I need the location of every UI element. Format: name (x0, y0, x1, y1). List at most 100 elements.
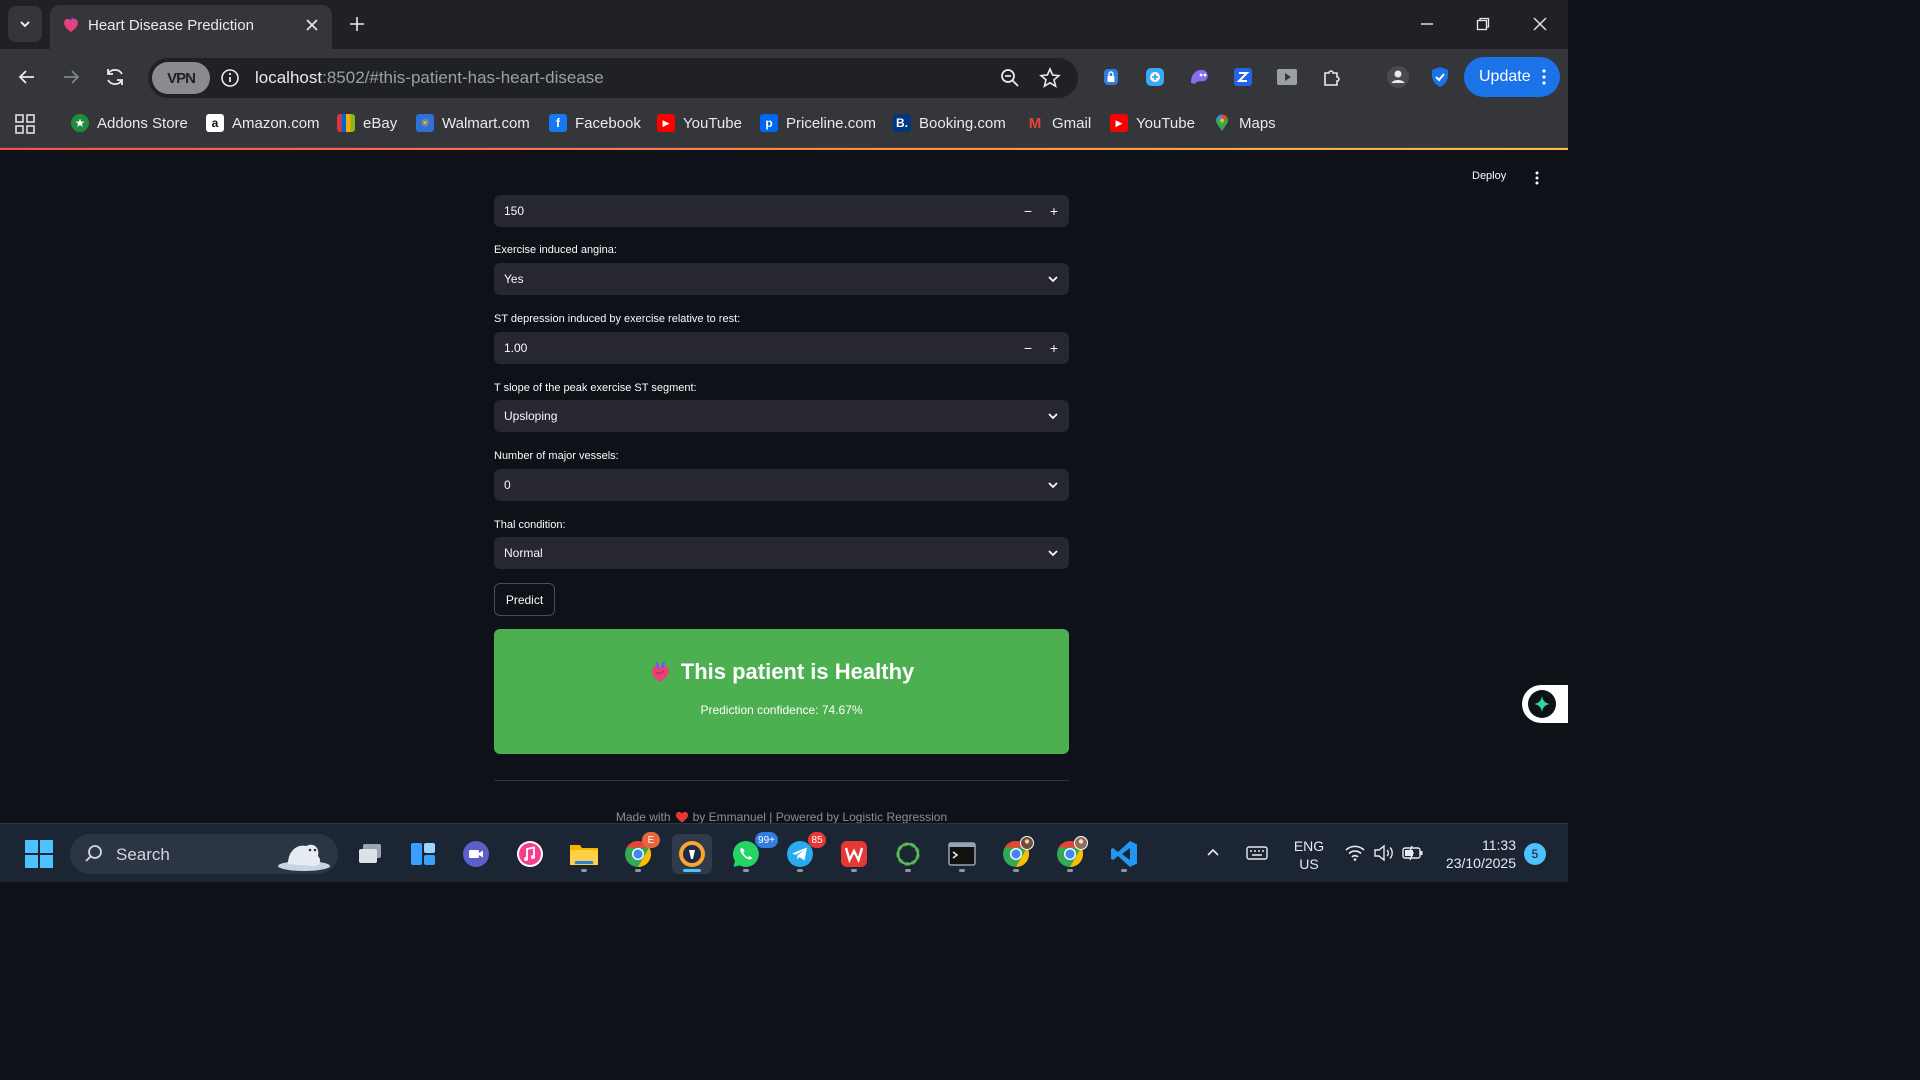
update-button[interactable]: Update (1464, 57, 1560, 97)
assistant-button[interactable] (1522, 685, 1568, 723)
battery-status[interactable] (1402, 842, 1424, 864)
arrow-right-icon (64, 70, 80, 84)
bookmark-youtube[interactable]: ▶ YouTube (657, 112, 742, 134)
chevron-down-icon (1048, 276, 1058, 283)
extension-plus[interactable] (1143, 65, 1167, 89)
bookmark-facebook[interactable]: f Facebook (549, 112, 641, 134)
vscode-app[interactable] (1104, 834, 1144, 874)
active-indicator (683, 869, 701, 872)
vpn-button[interactable]: VPN (152, 62, 210, 94)
increment-button[interactable]: + (1046, 203, 1062, 219)
shield-extension[interactable] (1428, 65, 1452, 89)
bookmark-label: Gmail (1052, 114, 1092, 132)
restore-button[interactable] (1471, 12, 1495, 36)
running-indicator (1121, 869, 1127, 872)
active-tab[interactable]: Heart Disease Prediction (50, 5, 332, 49)
tab-close-button[interactable] (302, 15, 322, 35)
minimize-button[interactable] (1415, 12, 1439, 36)
whatsapp-app[interactable]: 99+ (726, 832, 778, 874)
windows-start-icon[interactable] (24, 839, 54, 869)
chrome-profile-app-2[interactable] (1050, 834, 1090, 874)
extension-z[interactable] (1231, 65, 1255, 89)
increment-button[interactable]: + (1046, 340, 1062, 356)
loader-app[interactable] (888, 834, 928, 874)
bookmark-gmail[interactable]: M Gmail (1026, 112, 1091, 134)
zoom-meeting-app[interactable] (456, 834, 496, 874)
url-text[interactable]: localhost:8502/#this-patient-has-heart-d… (255, 68, 604, 88)
youtube-icon: ▶ (1110, 114, 1128, 132)
show-hidden-icons[interactable] (1202, 842, 1224, 864)
telegram-app[interactable]: 85 (780, 832, 826, 874)
bookmark-booking[interactable]: B. Booking.com (893, 112, 1006, 134)
bookmarks-bar: ★ Addons Store a Amazon.com eBay ✳ Walma… (0, 105, 1568, 148)
z-extension-icon (1234, 68, 1252, 86)
extensions-menu[interactable] (1320, 65, 1344, 89)
footer: Made with by Emmanuel | Powered by Logis… (494, 810, 1069, 823)
new-tab-icon[interactable] (346, 13, 368, 35)
bookmark-label: YouTube (1136, 114, 1195, 132)
language-indicator[interactable]: ENG US (1292, 837, 1326, 873)
wps-office-app[interactable] (834, 834, 874, 874)
task-view-app[interactable] (350, 834, 390, 874)
shield-check-icon (1432, 67, 1448, 87)
vpn-browser-app[interactable] (672, 834, 712, 874)
minimize-icon (1421, 23, 1433, 25)
chevron-down-icon (1048, 550, 1058, 557)
bookmark-label: Booking.com (919, 114, 1006, 132)
bookmark-maps[interactable]: Maps (1213, 112, 1276, 134)
thal-select[interactable]: Normal (494, 537, 1069, 569)
extension-ghost[interactable] (1187, 65, 1211, 89)
file-explorer-app[interactable] (564, 834, 604, 874)
back-button[interactable] (13, 63, 41, 91)
extension-video[interactable] (1275, 65, 1299, 89)
zoom-button[interactable] (998, 66, 1022, 90)
predict-button[interactable]: Predict (494, 583, 555, 616)
bookmark-amazon[interactable]: a Amazon.com (206, 112, 320, 134)
chevron-up-icon (1207, 848, 1219, 856)
address-bar[interactable]: VPN localhost:8502/#this-patient-has-hea… (148, 58, 1078, 98)
extension-lock[interactable] (1099, 65, 1123, 89)
st-depression-input[interactable]: 1.00 − + (494, 332, 1069, 364)
clock-time: 11:33 (1482, 837, 1516, 853)
bookmark-addons-store[interactable]: ★ Addons Store (71, 112, 188, 134)
zoom-icon (1001, 69, 1019, 87)
angina-select[interactable]: Yes (494, 263, 1069, 295)
max-heart-rate-input[interactable]: 150 − + (494, 195, 1069, 227)
site-info-icon[interactable] (220, 68, 240, 88)
reload-button[interactable] (101, 63, 129, 91)
notification-badge[interactable]: 5 (1524, 843, 1546, 865)
itunes-app[interactable] (510, 834, 550, 874)
st-depression-label: ST depression induced by exercise relati… (494, 313, 741, 325)
decrement-button[interactable]: − (1020, 203, 1036, 219)
touch-keyboard[interactable] (1246, 842, 1268, 864)
bookmark-priceline[interactable]: p Priceline.com (760, 112, 876, 134)
language-code: ENG (1293, 838, 1325, 854)
slope-select[interactable]: Upsloping (494, 400, 1069, 432)
taskbar-search[interactable]: Search (70, 834, 338, 874)
decrement-button[interactable]: − (1020, 340, 1036, 356)
bookmark-label: YouTube (683, 114, 742, 132)
ebay-icon (337, 114, 355, 132)
chrome-profile-app[interactable] (996, 834, 1036, 874)
widgets-app[interactable] (403, 834, 443, 874)
bookmark-ebay[interactable]: eBay (337, 112, 397, 134)
bookmark-walmart[interactable]: ✳ Walmart.com (416, 112, 530, 134)
video-call-icon (463, 841, 489, 867)
forward-button[interactable] (57, 63, 85, 91)
volume-status[interactable] (1373, 842, 1395, 864)
running-indicator (797, 869, 803, 872)
bookmark-youtube-2[interactable]: ▶ YouTube (1110, 112, 1195, 134)
tab-search-button[interactable] (8, 6, 42, 42)
vessels-select[interactable]: 0 (494, 469, 1069, 501)
more-vertical-icon[interactable] (1530, 170, 1544, 186)
chrome-app[interactable]: E (618, 832, 660, 874)
apps-grid-icon[interactable] (14, 113, 36, 135)
clock[interactable]: 11:33 23/10/2025 (1436, 836, 1516, 872)
task-view-icon (359, 844, 381, 863)
bookmark-star-button[interactable] (1038, 66, 1062, 90)
deploy-button[interactable]: Deploy (1472, 170, 1506, 182)
wifi-status[interactable] (1344, 842, 1366, 864)
profile-button[interactable] (1386, 65, 1410, 89)
terminal-app[interactable] (942, 834, 982, 874)
close-window-button[interactable] (1528, 12, 1552, 36)
